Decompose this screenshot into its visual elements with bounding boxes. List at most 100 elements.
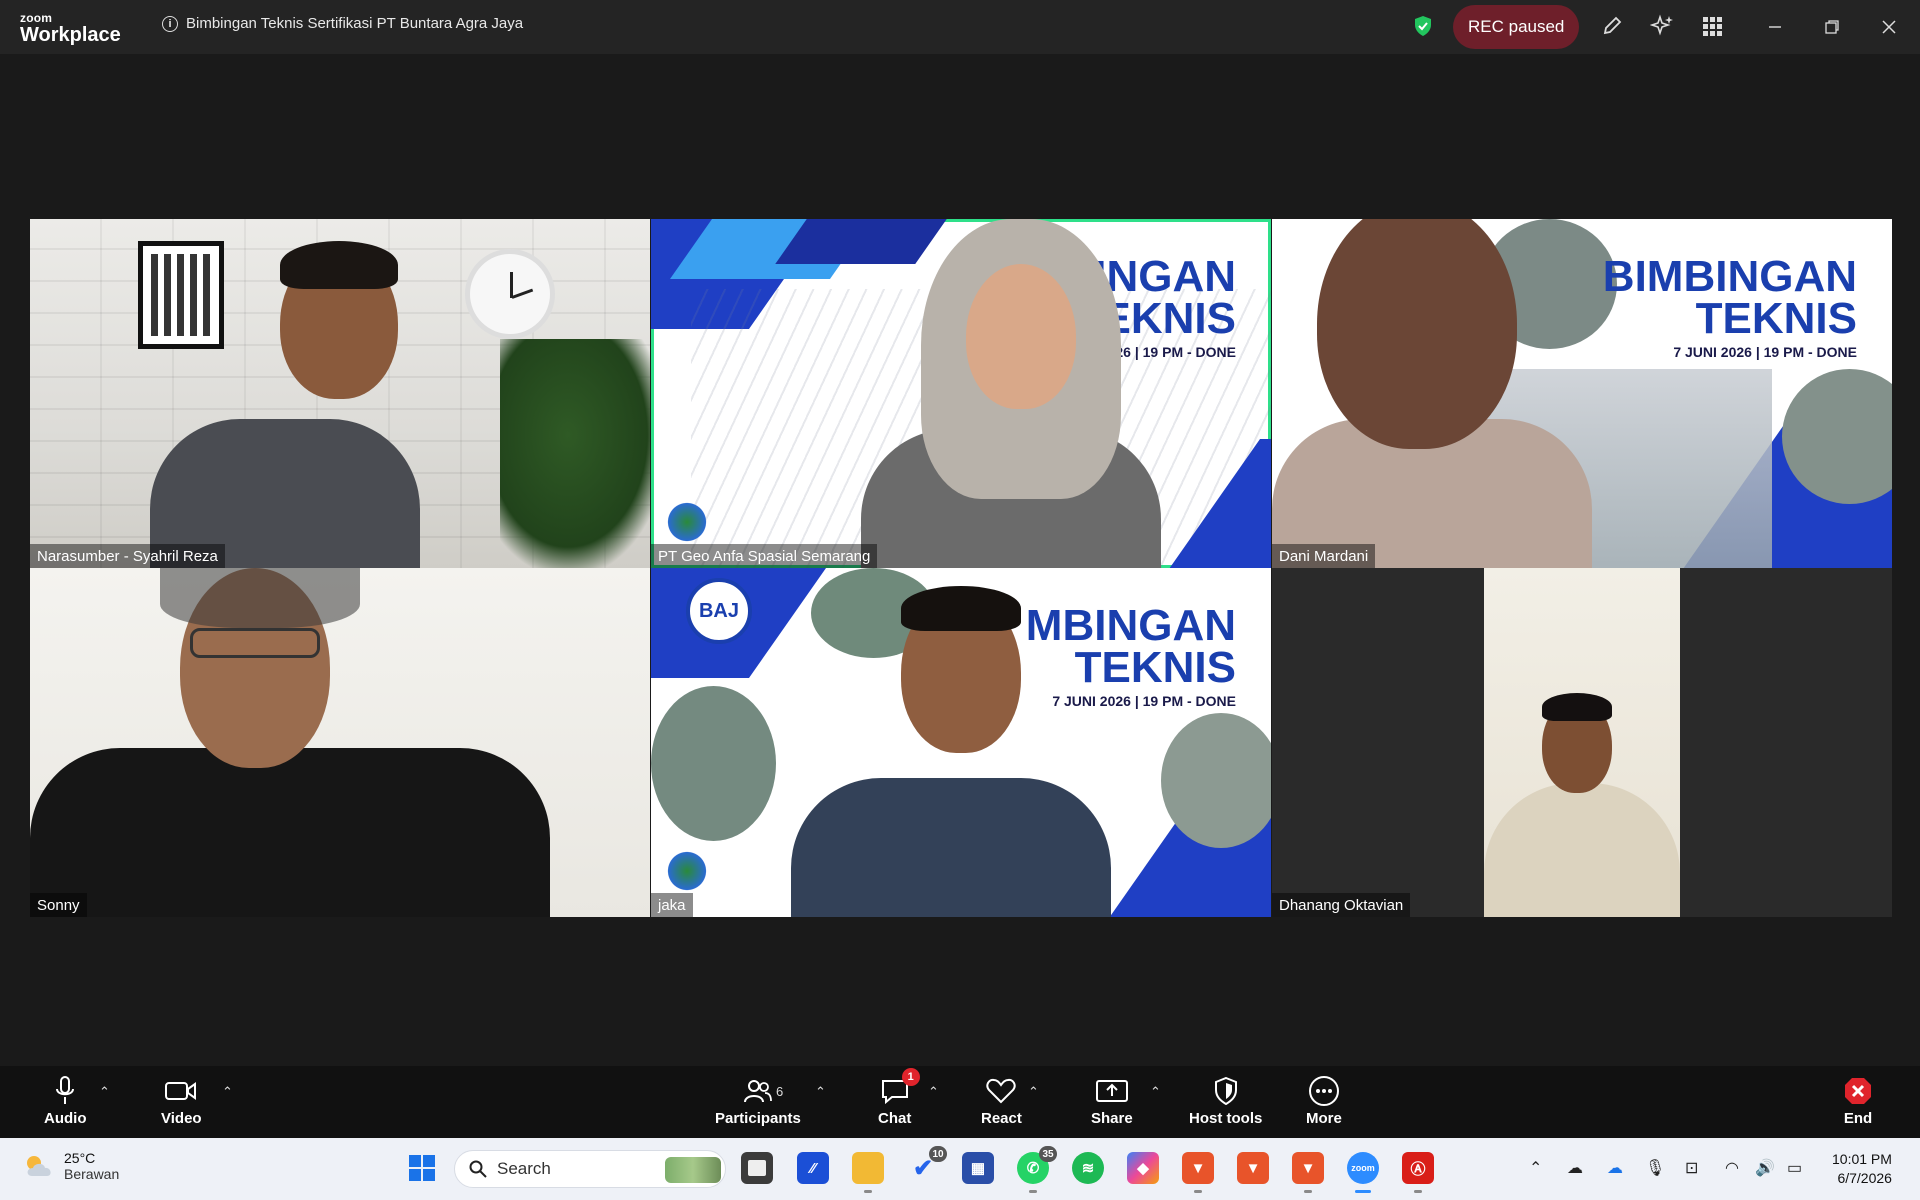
ai-companion-sparkle-icon[interactable] xyxy=(1649,13,1675,39)
whatsapp-badge: 35 xyxy=(1039,1146,1057,1162)
video-camera-icon xyxy=(165,1074,197,1108)
video-button[interactable]: Video xyxy=(161,1074,202,1127)
participant-body xyxy=(30,748,550,917)
participant-name-label: jaka xyxy=(651,893,693,917)
participants-options-chevron-icon[interactable]: ⌃ xyxy=(815,1084,826,1100)
brave-browser-icon-3[interactable]: ▼ xyxy=(1292,1152,1324,1193)
info-icon[interactable]: i xyxy=(162,15,178,32)
video-tile-pt-geo-anfa[interactable]: INGAN TEKNIS 2026 | 19 PM - DONE PT Geo … xyxy=(651,219,1271,568)
taskbar-clock[interactable]: 10:01 PM 6/7/2026 xyxy=(1832,1150,1892,1188)
participants-label: Participants xyxy=(715,1110,801,1127)
windows-start-icon[interactable] xyxy=(406,1152,438,1184)
search-placeholder: Search xyxy=(497,1159,551,1178)
design-app-icon[interactable]: ⁄⁄ xyxy=(797,1152,829,1184)
logo-large-text: Workplace xyxy=(20,24,121,46)
audio-options-chevron-icon[interactable]: ⌃ xyxy=(99,1084,110,1100)
more-button[interactable]: More xyxy=(1306,1074,1342,1127)
participant-body xyxy=(791,778,1111,917)
react-label: React xyxy=(981,1110,1022,1127)
weather-condition: Berawan xyxy=(64,1166,120,1182)
host-tools-shield-icon xyxy=(1214,1074,1238,1108)
participant-face xyxy=(1317,219,1517,449)
volume-icon[interactable]: 🔊 xyxy=(1755,1158,1775,1178)
glasses xyxy=(190,628,320,658)
brave-browser-icon-2[interactable]: ▼ xyxy=(1237,1152,1269,1184)
end-meeting-button[interactable]: End xyxy=(1843,1074,1873,1127)
chat-options-chevron-icon[interactable]: ⌃ xyxy=(928,1084,939,1100)
microphone-icon xyxy=(54,1074,76,1108)
microsoft-todo-icon[interactable]: ✔ 10 xyxy=(907,1146,947,1184)
participants-count: 6 xyxy=(776,1084,784,1099)
participants-button[interactable]: Participants xyxy=(715,1074,801,1127)
video-tile-narasumber[interactable]: Narasumber - Syahril Reza xyxy=(30,219,650,568)
share-button[interactable]: Share xyxy=(1091,1074,1133,1127)
brave-browser-icon[interactable]: ▼ xyxy=(1182,1152,1214,1193)
task-view-icon[interactable] xyxy=(741,1152,773,1184)
banner-title-line1: MBINGAN xyxy=(1025,601,1236,650)
whatsapp-icon[interactable]: ✆ 35 xyxy=(1017,1146,1057,1193)
chat-bubble-icon: 1 xyxy=(880,1068,920,1108)
weather-widget[interactable]: 25°C Berawan xyxy=(22,1150,119,1182)
react-options-chevron-icon[interactable]: ⌃ xyxy=(1028,1084,1039,1100)
microphone-tray-icon[interactable]: 🎙 xyxy=(1645,1158,1665,1178)
zoom-workplace-logo: zoom Workplace xyxy=(20,12,121,45)
search-icon xyxy=(469,1160,487,1178)
participant-body xyxy=(1484,783,1680,917)
participant-name-label: Dhanang Oktavian xyxy=(1272,893,1411,917)
audio-button[interactable]: Audio xyxy=(44,1074,87,1127)
video-tile-dhanang-oktavian[interactable]: Dhanang Oktavian xyxy=(1272,568,1892,917)
video-label: Video xyxy=(161,1110,202,1127)
banner-title-line1: BIMBINGAN xyxy=(1602,252,1857,301)
more-label: More xyxy=(1306,1110,1342,1127)
weather-temperature: 25°C xyxy=(64,1150,96,1166)
spotify-icon[interactable]: ≋ xyxy=(1072,1152,1104,1184)
host-tools-label: Host tools xyxy=(1189,1110,1263,1127)
meeting-controls-bar: Audio ⌃ Video ⌃ Participants 6 ⌃ 1 Chat … xyxy=(0,1066,1920,1138)
close-icon[interactable] xyxy=(1874,13,1904,41)
onedrive-business-icon[interactable]: ☁ xyxy=(1607,1158,1623,1178)
react-button[interactable]: React xyxy=(981,1074,1022,1127)
share-options-chevron-icon[interactable]: ⌃ xyxy=(1150,1084,1161,1100)
meeting-stage: Narasumber - Syahril Reza INGAN TEKNIS 2… xyxy=(0,54,1920,1066)
logo-small-text: zoom xyxy=(20,11,53,25)
baj-logo-text: BAJ xyxy=(698,599,739,622)
chat-button[interactable]: 1 Chat xyxy=(878,1068,920,1127)
video-tile-sonny[interactable]: Sonny xyxy=(30,568,650,917)
adobe-acrobat-icon[interactable]: Ⓐ xyxy=(1402,1152,1434,1193)
copilot-icon[interactable]: ◆ xyxy=(1127,1152,1159,1184)
participant-name-label: Dani Mardani xyxy=(1272,544,1376,568)
more-options-icon xyxy=(1308,1074,1340,1108)
gallery-view: Narasumber - Syahril Reza INGAN TEKNIS 2… xyxy=(30,219,1892,917)
notification-tray-icon[interactable]: ⊡ xyxy=(1685,1158,1698,1178)
minimize-icon[interactable] xyxy=(1760,13,1790,41)
zoom-app-icon[interactable]: zoom xyxy=(1347,1152,1379,1193)
portrait-video-feed xyxy=(1484,568,1680,917)
chat-unread-badge: 1 xyxy=(901,1068,920,1086)
encryption-shield-icon[interactable] xyxy=(1413,15,1433,37)
restore-icon[interactable] xyxy=(1817,13,1847,41)
file-explorer-icon[interactable] xyxy=(852,1152,884,1193)
wifi-icon[interactable]: ◠ xyxy=(1725,1158,1739,1178)
apps-grid-icon[interactable] xyxy=(1699,13,1725,39)
title-bar: zoom Workplace i Bimbingan Teknis Sertif… xyxy=(0,0,1920,54)
microsoft-store-icon[interactable]: ▦ xyxy=(962,1152,994,1184)
meeting-title: Bimbingan Teknis Sertifikasi PT Buntara … xyxy=(186,15,524,32)
meeting-info[interactable]: i Bimbingan Teknis Sertifikasi PT Buntar… xyxy=(162,15,523,32)
taskbar-search-box[interactable]: Search xyxy=(454,1150,726,1188)
video-tile-dani-mardani[interactable]: BIMBINGAN TEKNIS 7 JUNI 2026 | 19 PM - D… xyxy=(1272,219,1892,568)
participant-name-label: PT Geo Anfa Spasial Semarang xyxy=(651,544,878,568)
participant-face xyxy=(966,264,1076,409)
battery-icon[interactable]: ▭ xyxy=(1787,1158,1802,1178)
partly-cloudy-icon xyxy=(27,1156,51,1176)
annotate-pencil-icon[interactable] xyxy=(1599,13,1625,39)
clock-time: 10:01 PM xyxy=(1832,1151,1892,1167)
photo-circle xyxy=(1161,713,1271,848)
recording-status-button[interactable]: REC paused xyxy=(1453,5,1580,49)
show-hidden-icons-chevron[interactable]: ⌃ xyxy=(1529,1158,1542,1178)
host-tools-button[interactable]: Host tools xyxy=(1189,1074,1262,1127)
windows-taskbar: 25°C Berawan Search ⁄⁄ ✔ 10 ▦ ✆ 35 ≋ ◆ ▼ ▼… xyxy=(0,1138,1920,1200)
video-options-chevron-icon[interactable]: ⌃ xyxy=(222,1084,233,1100)
video-tile-jaka[interactable]: BAJ MBINGAN TEKNIS 7 JUNI 2026 | 19 PM -… xyxy=(651,568,1271,917)
banner-title-line1: INGAN xyxy=(1094,252,1236,301)
onedrive-cloud-icon[interactable]: ☁ xyxy=(1567,1158,1583,1178)
